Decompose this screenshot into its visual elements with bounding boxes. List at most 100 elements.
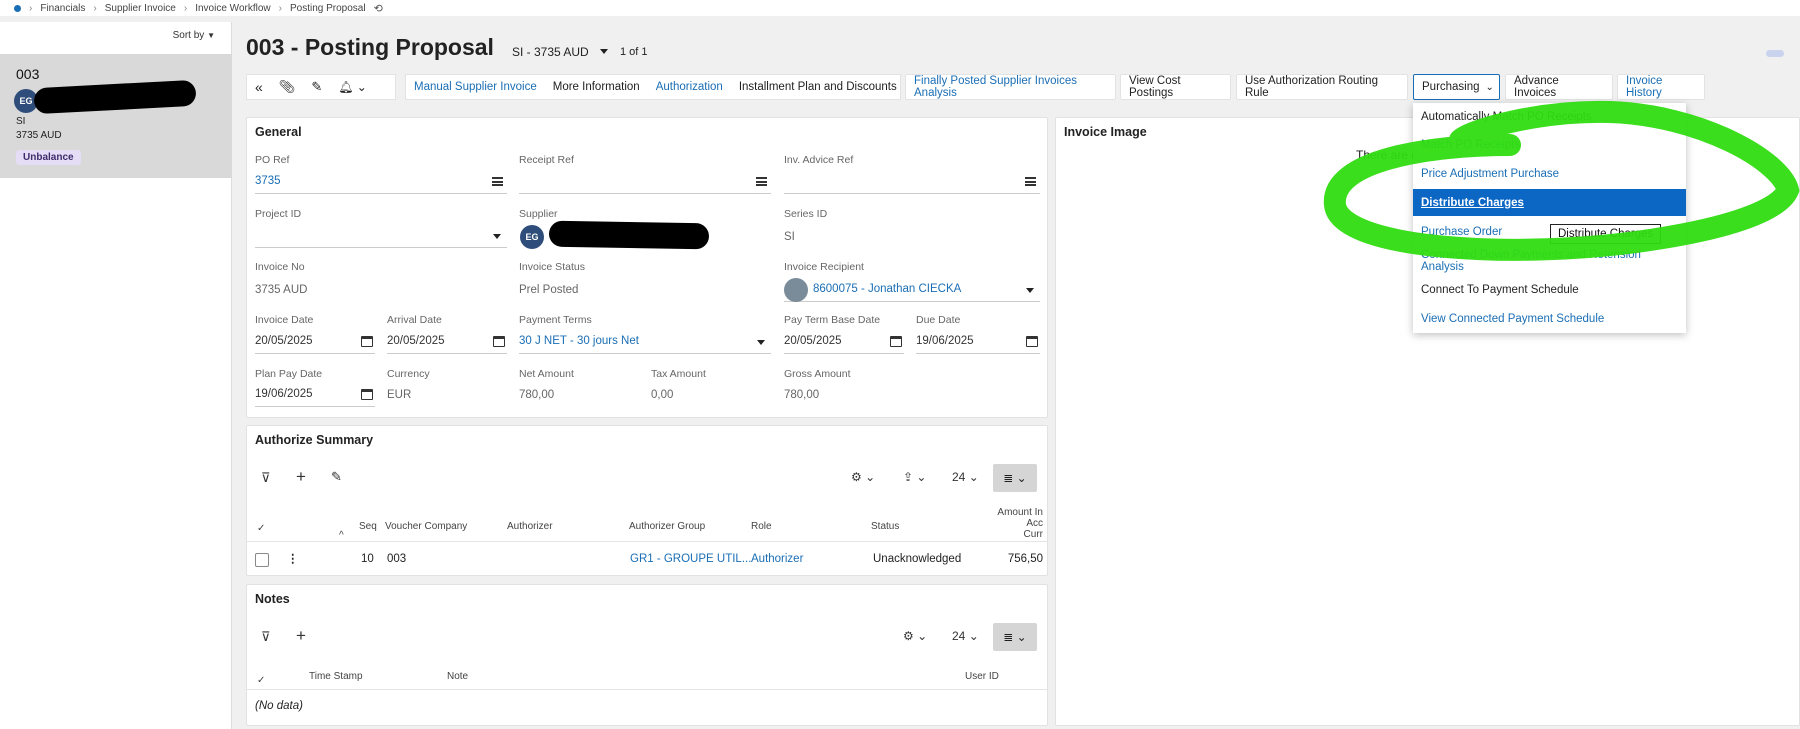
arrival-date-field[interactable]: 20/05/2025 xyxy=(387,330,507,354)
invoice-history-button[interactable]: Invoice History xyxy=(1617,74,1705,100)
invoice-recipient-select[interactable]: 8600075 - Jonathan CIECKA xyxy=(784,278,1040,302)
calendar-icon[interactable] xyxy=(361,389,373,400)
general-title: General xyxy=(255,125,302,139)
redaction-mark xyxy=(33,79,197,115)
chevron-right-icon: › xyxy=(278,2,282,14)
more-information-button[interactable]: More Information xyxy=(545,81,648,93)
finally-posted-analysis-button[interactable]: Finally Posted Supplier Invoices Analysi… xyxy=(905,74,1116,100)
calendar-icon[interactable] xyxy=(1026,336,1038,347)
breadcrumb-financials[interactable]: Financials xyxy=(40,3,85,14)
gross-amount-label: Gross Amount xyxy=(784,368,851,380)
column-authorizer-group[interactable]: Authorizer Group xyxy=(629,521,705,532)
cell-seq: 10 xyxy=(361,553,374,565)
purchasing-menu-button[interactable]: Purchasing ⌄ xyxy=(1413,74,1500,100)
project-id-select[interactable] xyxy=(255,224,507,248)
manual-supplier-invoice-button[interactable]: Manual Supplier Invoice xyxy=(406,81,545,93)
empty-state-text: (No data) xyxy=(255,700,303,712)
inv-advice-ref-field[interactable] xyxy=(784,170,1040,194)
authorization-routing-rule-button[interactable]: Use Authorization Routing Rule xyxy=(1236,74,1408,100)
list-icon[interactable] xyxy=(756,177,767,186)
calendar-icon[interactable] xyxy=(493,336,505,347)
due-date-field[interactable]: 19/06/2025 xyxy=(916,330,1040,354)
refresh-icon[interactable]: ⟲ xyxy=(374,2,383,15)
list-icon[interactable] xyxy=(492,177,503,186)
row-checkbox[interactable] xyxy=(255,553,269,567)
calendar-icon[interactable] xyxy=(361,336,373,347)
sort-indicator-icon: ^ xyxy=(339,530,344,541)
notification-bell-icon[interactable]: 🔔︎ ⌄ xyxy=(330,80,375,94)
settings-gear-icon[interactable]: ⚙︎ ⌄ xyxy=(903,629,927,643)
table-row[interactable]: ⋮ 10 003 GR1 - GROUPE UTIL... Authorizer… xyxy=(247,542,1047,576)
record-count: 1 of 1 xyxy=(620,46,648,58)
status-badge-wrap: Unbalance xyxy=(16,149,81,165)
sort-by-button[interactable]: Sort by ▼ xyxy=(173,30,215,41)
page-size-select[interactable]: 24 ⌄ xyxy=(952,629,979,643)
column-seq[interactable]: Seq xyxy=(359,521,377,532)
add-icon[interactable]: + xyxy=(296,467,306,487)
edit-icon[interactable]: ✎ xyxy=(331,469,342,485)
gross-amount-value: 780,00 xyxy=(784,389,820,401)
payment-terms-value[interactable]: 30 J NET - 30 jours Net xyxy=(519,335,639,347)
column-user-id[interactable]: User ID xyxy=(965,671,999,682)
authorization-button[interactable]: Authorization xyxy=(648,81,731,93)
po-ref-field[interactable]: 3735 xyxy=(255,170,507,194)
filter-icon[interactable]: ⊽ xyxy=(261,629,271,645)
column-note[interactable]: Note xyxy=(447,671,468,682)
invoice-no-value: 3735 AUD xyxy=(255,284,308,296)
export-icon[interactable]: ⇪ ⌄ xyxy=(903,470,926,484)
cell-authorizer-group[interactable]: GR1 - GROUPE UTIL... xyxy=(630,553,751,565)
payment-terms-select[interactable]: 30 J NET - 30 jours Net xyxy=(519,330,771,354)
page-size-select[interactable]: 24 ⌄ xyxy=(952,470,979,484)
list-icon[interactable] xyxy=(1025,177,1036,186)
invoice-recipient-label: Invoice Recipient xyxy=(784,261,864,273)
invoice-date-field[interactable]: 20/05/2025 xyxy=(255,330,375,354)
menu-item-connect-to-payment-schedule[interactable]: Connect To Payment Schedule xyxy=(1413,276,1686,303)
notes-title: Notes xyxy=(255,592,290,606)
column-voucher-company[interactable]: Voucher Company xyxy=(385,521,467,532)
po-ref-value[interactable]: 3735 xyxy=(255,175,281,187)
po-ref-label: PO Ref xyxy=(255,154,290,166)
toggle-indicator[interactable] xyxy=(1766,50,1784,57)
invoice-recipient-value[interactable]: 8600075 - Jonathan CIECKA xyxy=(813,283,961,295)
column-time-stamp[interactable]: Time Stamp xyxy=(309,671,363,682)
invoice-status-label: Invoice Status xyxy=(519,261,585,273)
add-icon[interactable]: + xyxy=(296,626,306,646)
record-card[interactable]: 003 EG SI 3735 AUD Unbalance xyxy=(0,54,232,178)
menu-item-view-connected-payment-schedule[interactable]: View Connected Payment Schedule xyxy=(1413,305,1686,332)
collapse-left-icon[interactable]: « xyxy=(247,79,271,95)
plan-pay-date-field[interactable]: 19/06/2025 xyxy=(255,383,375,407)
column-authorizer[interactable]: Authorizer xyxy=(507,521,553,532)
installment-plan-button[interactable]: Installment Plan and Discounts xyxy=(731,81,905,93)
settings-gear-icon[interactable]: ⚙︎ ⌄ xyxy=(851,470,875,484)
cell-role[interactable]: Authorizer xyxy=(751,553,803,565)
series-id-label: Series ID xyxy=(784,208,828,220)
column-status[interactable]: Status xyxy=(871,521,899,532)
currency-value: EUR xyxy=(387,389,412,401)
view-cost-postings-button[interactable]: View Cost Postings xyxy=(1120,74,1231,100)
row-menu-icon[interactable]: ⋮ xyxy=(287,551,299,565)
record-selector[interactable]: SI - 3735 AUD xyxy=(512,45,609,59)
pay-term-base-date-field[interactable]: 20/05/2025 xyxy=(784,330,904,354)
breadcrumb-supplier-invoice[interactable]: Supplier Invoice xyxy=(105,3,176,14)
caret-down-icon xyxy=(600,49,609,54)
advance-invoices-button[interactable]: Advance Invoices xyxy=(1505,74,1613,100)
invoice-no-label: Invoice No xyxy=(255,261,305,273)
attachment-icon[interactable]: 📎︎ xyxy=(271,79,304,95)
edit-icon[interactable]: ✎ xyxy=(303,79,330,95)
column-role[interactable]: Role xyxy=(751,521,772,532)
view-mode-toggle[interactable]: ≣ ⌄ xyxy=(993,464,1037,492)
view-mode-toggle[interactable]: ≣ ⌄ xyxy=(993,623,1037,651)
filter-icon[interactable]: ⊽ xyxy=(261,470,271,486)
breadcrumb: › Financials › Supplier Invoice › Invoic… xyxy=(0,0,1800,16)
cell-voucher-company: 003 xyxy=(387,553,407,565)
net-amount-label: Net Amount xyxy=(519,368,574,380)
select-all-check-icon[interactable]: ✓ xyxy=(257,675,265,686)
receipt-ref-field[interactable] xyxy=(519,170,771,194)
column-amount[interactable]: Amount In Acc Curr xyxy=(983,507,1043,540)
calendar-icon[interactable] xyxy=(890,336,902,347)
select-all-check-icon[interactable]: ✓ xyxy=(257,523,265,534)
breadcrumb-invoice-workflow[interactable]: Invoice Workflow xyxy=(195,3,270,14)
redaction-mark xyxy=(548,220,710,250)
status-badge: Unbalance xyxy=(16,150,81,165)
home-icon[interactable] xyxy=(14,4,21,12)
